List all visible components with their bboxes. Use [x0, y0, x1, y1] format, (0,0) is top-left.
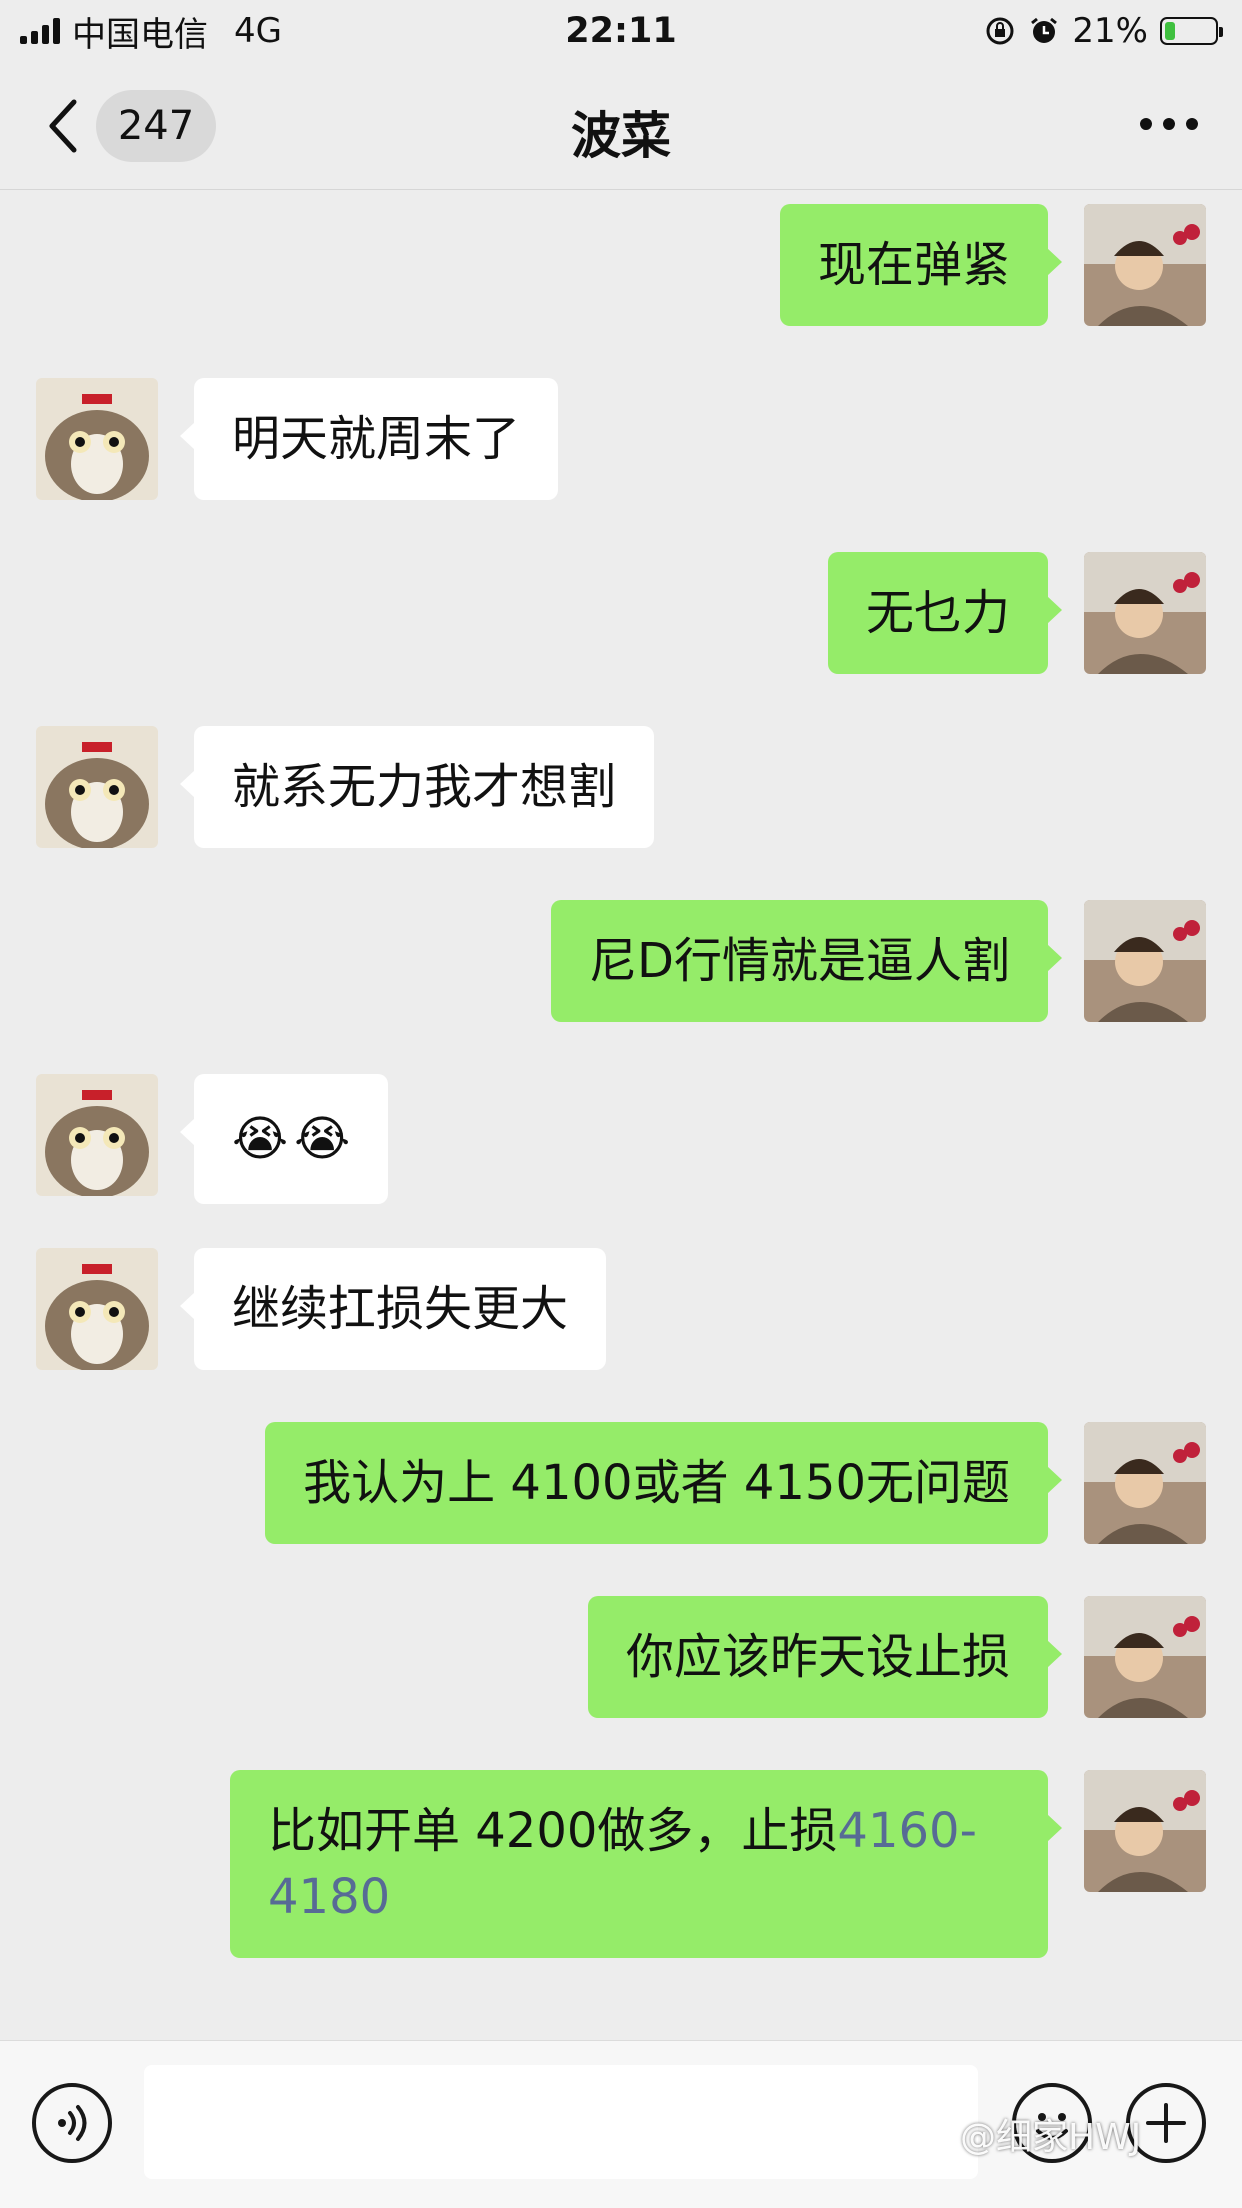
battery-fill: [1165, 22, 1176, 40]
my-avatar[interactable]: [1084, 900, 1206, 1022]
carrier-label: 中国电信: [72, 14, 208, 55]
signal-icon: [20, 18, 60, 44]
chat-title: 波菜: [571, 107, 671, 165]
chat-header: 247 波菜: [0, 62, 1242, 190]
more-options-icon[interactable]: [1140, 118, 1198, 130]
message-row: 无乜力: [0, 552, 1242, 674]
message-bubble[interactable]: 就系无力我才想割: [179, 726, 655, 848]
message-row: 比如开单 4200做多，止损4160-4180: [0, 1770, 1242, 1958]
message-row: 明天就周末了: [0, 378, 1242, 500]
message-bubble[interactable]: 比如开单 4200做多，止损4160-4180: [230, 1770, 1062, 1958]
message-text: 比如开单 4200做多，止损: [268, 1803, 838, 1859]
status-left: 中国电信 4G: [20, 7, 282, 56]
message-bubble[interactable]: 你应该昨天设止损: [587, 1596, 1063, 1718]
message-bubble[interactable]: 无乜力: [827, 552, 1063, 674]
watermark: @细家HWJ: [960, 2117, 1142, 2158]
battery-icon: [1160, 17, 1223, 45]
crying-emoji-icon: 😭: [294, 1111, 351, 1167]
message-list[interactable]: 现在弹紧 明天就周末了 无乜力 就系无力我才想割 尼D行情就是逼人割 😭 😭 继…: [0, 190, 1242, 2040]
my-avatar[interactable]: [1084, 1596, 1206, 1718]
message-bubble[interactable]: 😭 😭: [179, 1074, 389, 1204]
my-avatar[interactable]: [1084, 552, 1206, 674]
network-label: 4G: [234, 11, 282, 51]
message-row: 我认为上 4100或者 4150无问题: [0, 1422, 1242, 1544]
message-bubble[interactable]: 现在弹紧: [779, 204, 1063, 326]
status-right: 21%: [984, 11, 1223, 51]
my-avatar[interactable]: [1084, 1770, 1206, 1892]
message-row: 继续扛损失更大: [0, 1248, 1242, 1370]
status-bar: 中国电信 4G 22:11 21%: [0, 0, 1242, 62]
contact-avatar[interactable]: [36, 1248, 158, 1370]
crying-emoji-icon: 😭: [232, 1111, 289, 1167]
message-row: 你应该昨天设止损: [0, 1596, 1242, 1718]
voice-input-icon[interactable]: [32, 2083, 112, 2163]
message-bubble[interactable]: 明天就周末了: [179, 378, 559, 500]
my-avatar[interactable]: [1084, 204, 1206, 326]
battery-percent: 21%: [1072, 11, 1148, 51]
my-avatar[interactable]: [1084, 1422, 1206, 1544]
message-bubble[interactable]: 我认为上 4100或者 4150无问题: [265, 1422, 1062, 1544]
emoji-row: 😭 😭: [232, 1102, 350, 1176]
contact-avatar[interactable]: [36, 378, 158, 500]
alarm-icon: [1031, 17, 1058, 43]
contact-avatar[interactable]: [36, 1074, 158, 1196]
message-row: 😭 😭: [0, 1074, 1242, 1204]
message-bubble[interactable]: 尼D行情就是逼人割: [551, 900, 1062, 1022]
rotation-lock-icon: [986, 17, 1014, 45]
message-bubble[interactable]: 继续扛损失更大: [179, 1248, 607, 1370]
message-input[interactable]: [144, 2065, 978, 2179]
message-row: 现在弹紧: [0, 204, 1242, 326]
contact-avatar[interactable]: [36, 726, 158, 848]
message-row: 就系无力我才想割: [0, 726, 1242, 848]
message-row: 尼D行情就是逼人割: [0, 900, 1242, 1022]
